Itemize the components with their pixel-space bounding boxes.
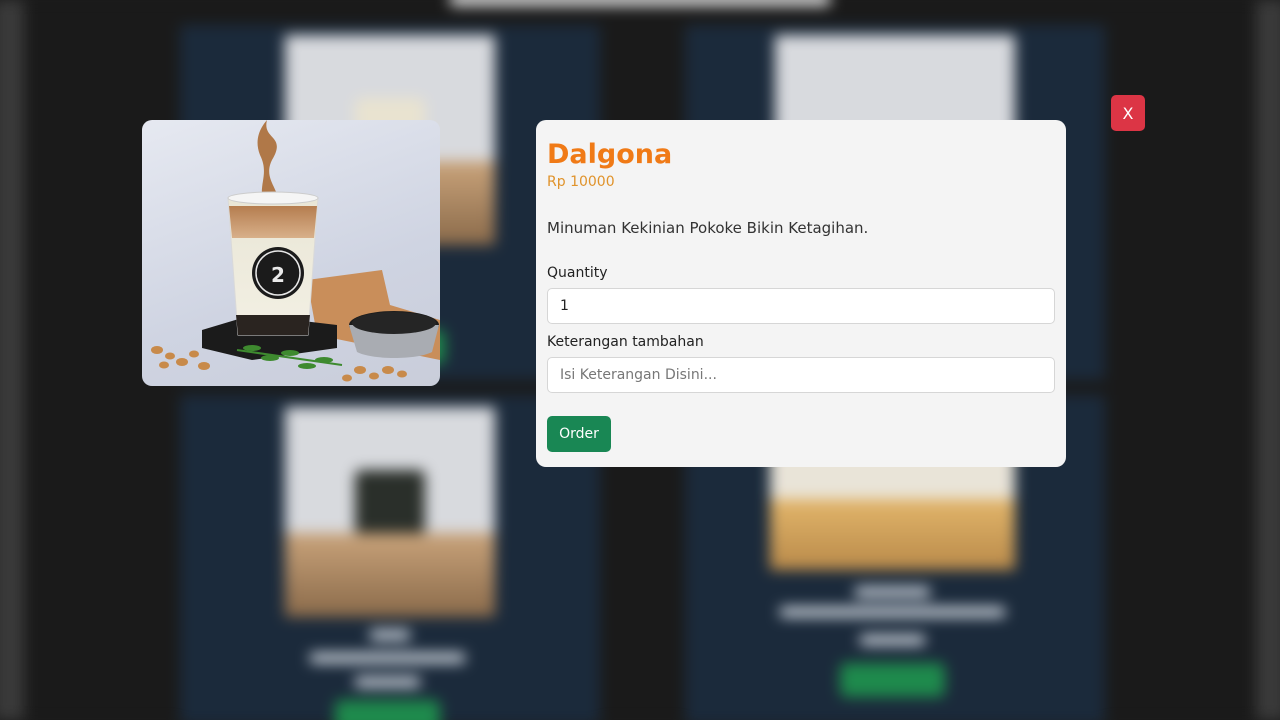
note-label: Keterangan tambahan [547, 334, 704, 350]
quantity-input[interactable] [547, 288, 1055, 324]
brand-logo-mark: 2 [271, 263, 285, 287]
dalgona-drink-illustration: 2 [151, 120, 440, 382]
product-name: Dalgona [547, 139, 673, 170]
note-input[interactable] [547, 357, 1055, 393]
background-heading [450, 0, 830, 6]
product-description: Minuman Kekinian Pokoke Bikin Ketagihan. [547, 219, 869, 237]
background-edge-right [1256, 0, 1280, 720]
order-button[interactable]: Order [547, 416, 611, 452]
product-price: Rp 10000 [547, 174, 615, 190]
product-image: 2 [142, 120, 440, 386]
background-edge-left [0, 0, 24, 720]
product-detail-card: Dalgona Rp 10000 Minuman Kekinian Pokoke… [536, 120, 1066, 467]
close-button[interactable]: X [1111, 95, 1145, 131]
quantity-label: Quantity [547, 265, 608, 281]
dalgona-foam [229, 206, 317, 238]
